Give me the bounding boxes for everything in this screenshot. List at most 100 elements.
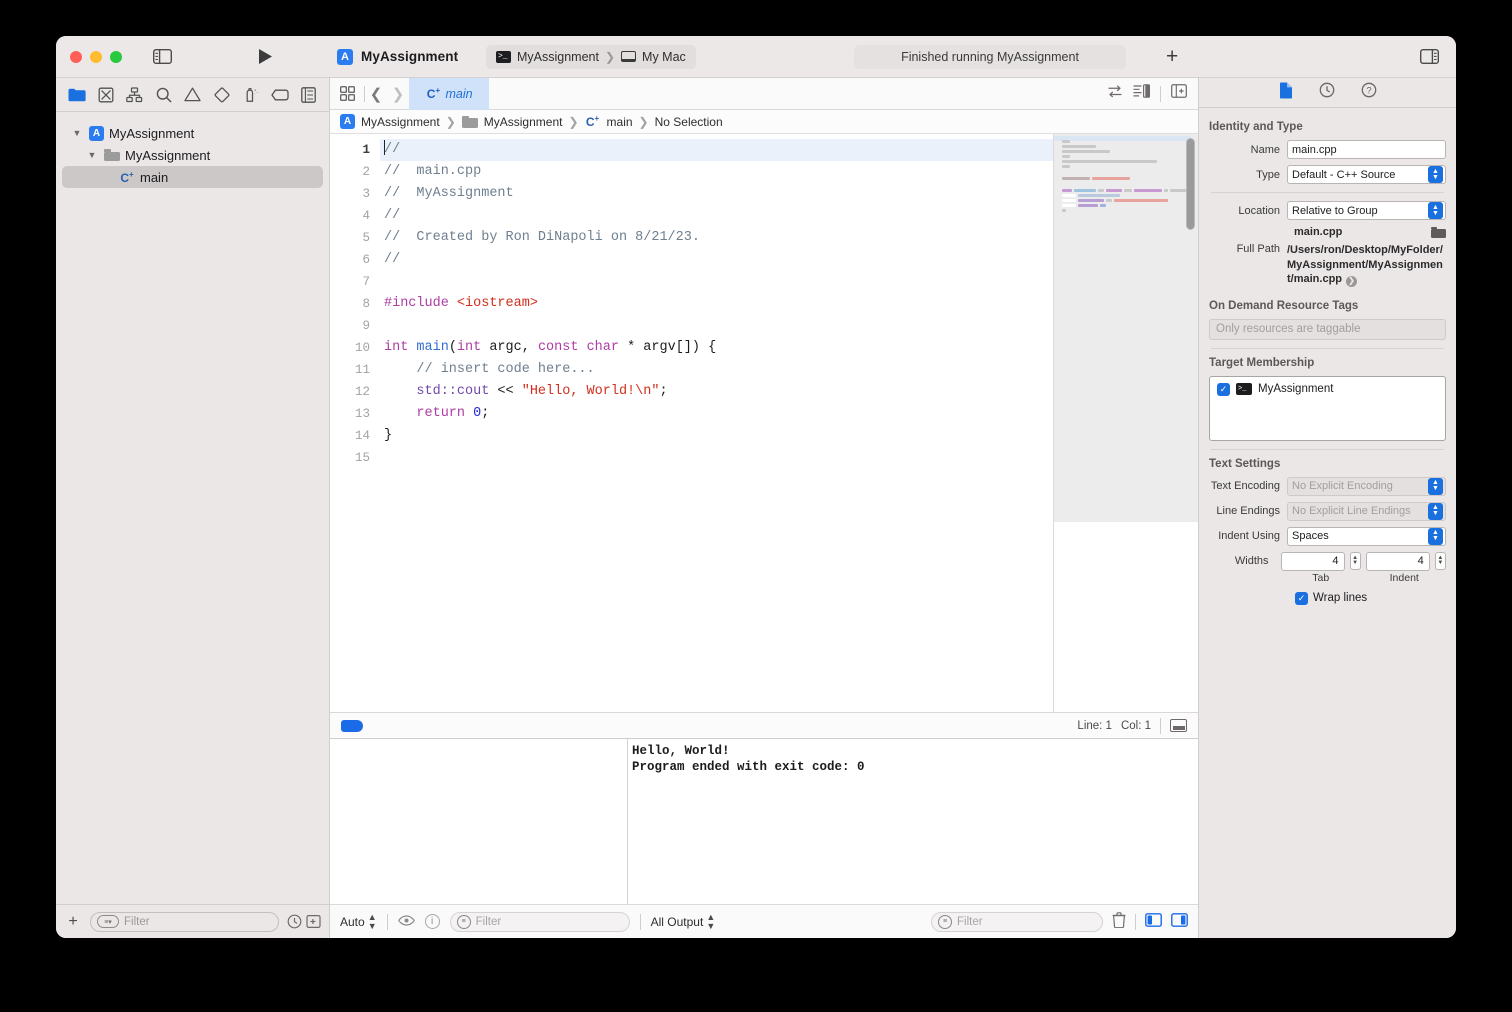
grid-editor-options-icon[interactable] [330, 86, 364, 101]
close-button[interactable] [70, 51, 82, 63]
history-clock-icon[interactable] [1319, 82, 1335, 103]
tree-item-main-cpp[interactable]: C+ main [62, 166, 323, 188]
tab-main-cpp[interactable]: C+ main [409, 78, 489, 110]
reveal-arrow-icon[interactable]: ❯ [1346, 276, 1357, 287]
tab-width-input[interactable]: 4 [1281, 552, 1345, 571]
odr-tags-field[interactable]: Only resources are taggable [1209, 319, 1446, 340]
trash-icon[interactable] [1112, 912, 1126, 931]
code-line[interactable]: int main(int argc, const char * argv[]) … [380, 337, 1053, 359]
cpp-file-icon: C+ [585, 114, 601, 129]
name-input[interactable]: main.cpp [1287, 140, 1446, 159]
choose-folder-icon[interactable] [1431, 227, 1446, 238]
indent-select[interactable]: Spaces ▲▼ [1287, 527, 1446, 546]
code-line[interactable]: // insert code here... [380, 359, 1053, 381]
forward-chevron-icon[interactable]: ❯ [387, 85, 409, 103]
variables-filter-field[interactable]: ≡ Filter [450, 912, 630, 932]
scheme-destination-control[interactable]: >_ MyAssignment ❯ My Mac [486, 45, 696, 69]
code-token: * argv[]) { [619, 340, 716, 355]
console-output[interactable]: Hello, World! Program ended with exit co… [628, 739, 1198, 904]
code-line[interactable]: // [380, 205, 1053, 227]
chevron-down-icon[interactable]: ▼ [70, 128, 84, 138]
play-icon[interactable] [257, 48, 273, 65]
add-editor-icon[interactable] [1171, 84, 1187, 103]
source-control-icon[interactable] [91, 82, 120, 108]
console-pane-toggle-icon[interactable] [1171, 913, 1188, 930]
target-checkbox[interactable]: ✓ [1217, 383, 1230, 396]
minimap[interactable] [1053, 134, 1198, 712]
code-line[interactable]: // [380, 249, 1053, 271]
tab-width-stepper[interactable]: ▲▼ [1350, 552, 1361, 570]
tree-item-group[interactable]: ▼ MyAssignment [62, 144, 323, 166]
code-line[interactable] [380, 271, 1053, 293]
left-sidebar-toggle-icon[interactable] [153, 49, 172, 64]
debug-area-toggle-icon[interactable] [1170, 719, 1187, 732]
destination-label: My Mac [642, 50, 686, 64]
wrap-lines-checkbox[interactable]: ✓ [1295, 592, 1308, 605]
navigator-filter-field[interactable]: ≡▾ Filter [90, 912, 279, 932]
minimize-button[interactable] [90, 51, 102, 63]
debug-area-indicator[interactable] [341, 720, 363, 732]
code-line[interactable] [380, 447, 1053, 469]
quick-help-icon[interactable]: ? [1361, 82, 1377, 103]
debug-gauge-icon[interactable] [236, 82, 265, 108]
code-line[interactable]: return 0; [380, 403, 1053, 425]
window-body: ▼ A MyAssignment ▼ MyAssignment C+ main … [56, 78, 1456, 938]
console-filter-field[interactable]: ≡ Filter [931, 912, 1103, 932]
code-line[interactable]: #include <iostream> [380, 293, 1053, 315]
type-select[interactable]: Default - C++ Source ▲▼ [1287, 165, 1446, 184]
target-membership-row[interactable]: ✓ >_ MyAssignment [1217, 383, 1438, 396]
test-diamond-icon[interactable] [207, 82, 236, 108]
folder-icon[interactable] [62, 82, 91, 108]
code-line[interactable]: } [380, 425, 1053, 447]
code-line[interactable] [380, 315, 1053, 337]
minimap-token [1106, 189, 1122, 192]
variables-pane[interactable] [330, 739, 628, 904]
variables-pane-toggle-icon[interactable] [1145, 913, 1162, 930]
eye-icon[interactable] [398, 915, 415, 929]
right-inspector-toggle-icon[interactable] [1420, 49, 1439, 64]
code-line[interactable]: // main.cpp [380, 161, 1053, 183]
breadcrumb-project[interactable]: MyAssignment [361, 115, 440, 129]
code-line[interactable]: std::cout << "Hello, World!\n"; [380, 381, 1053, 403]
code-review-icon[interactable] [1107, 85, 1123, 103]
chevron-updown-icon: ▲▼ [1428, 166, 1443, 183]
code-token: char [587, 340, 619, 355]
symbol-hierarchy-icon[interactable] [120, 82, 149, 108]
info-circle-icon[interactable]: i [425, 914, 440, 929]
line-endings-label: Line Endings [1209, 505, 1287, 517]
navigator-filter-toggles[interactable] [287, 914, 321, 929]
indent-width-input[interactable]: 4 [1366, 552, 1430, 571]
code-line[interactable]: // MyAssignment [380, 183, 1053, 205]
breadcrumb[interactable]: A MyAssignment ❯ MyAssignment ❯ C+ main … [330, 110, 1198, 134]
minimap-token [1062, 189, 1072, 192]
chevron-down-icon[interactable]: ▼ [85, 150, 99, 160]
output-scope-popup[interactable]: All Output ▲▼ [651, 913, 716, 931]
code-pane[interactable]: 123456789101112131415 //// main.cpp// My… [330, 134, 1053, 712]
breadcrumb-selection[interactable]: No Selection [655, 115, 723, 129]
file-inspector-icon[interactable] [1279, 82, 1293, 104]
zoom-button[interactable] [110, 51, 122, 63]
line-endings-select[interactable]: No Explicit Line Endings ▲▼ [1287, 502, 1446, 521]
breadcrumb-group[interactable]: MyAssignment [484, 115, 563, 129]
minimap-icon[interactable] [1133, 84, 1150, 103]
editor-toolbar: ❮ ❯ C+ main [330, 78, 1198, 110]
breadcrumb-file[interactable]: main [607, 115, 633, 129]
code-line[interactable]: // Created by Ron DiNapoli on 8/21/23. [380, 227, 1053, 249]
encoding-select[interactable]: No Explicit Encoding ▲▼ [1287, 477, 1446, 496]
minimap-token [1062, 155, 1070, 158]
back-chevron-icon[interactable]: ❮ [365, 85, 387, 103]
report-list-icon[interactable] [294, 82, 323, 108]
code-line[interactable]: // [380, 139, 1053, 161]
field-wrap-lines[interactable]: ✓ Wrap lines [1295, 592, 1446, 605]
breakpoint-tag-icon[interactable] [265, 82, 294, 108]
search-icon[interactable] [149, 82, 178, 108]
add-button[interactable]: + [1166, 46, 1178, 67]
issue-warning-icon[interactable] [178, 82, 207, 108]
location-select[interactable]: Relative to Group ▲▼ [1287, 201, 1446, 220]
add-file-button[interactable]: + [64, 913, 82, 931]
tree-item-project[interactable]: ▼ A MyAssignment [62, 122, 323, 144]
editor-scrollbar[interactable] [1186, 138, 1195, 230]
indent-width-stepper[interactable]: ▲▼ [1435, 552, 1446, 570]
code-text[interactable]: //// main.cpp// MyAssignment//// Created… [380, 134, 1053, 712]
variables-scope-popup[interactable]: Auto ▲▼ [340, 913, 377, 931]
